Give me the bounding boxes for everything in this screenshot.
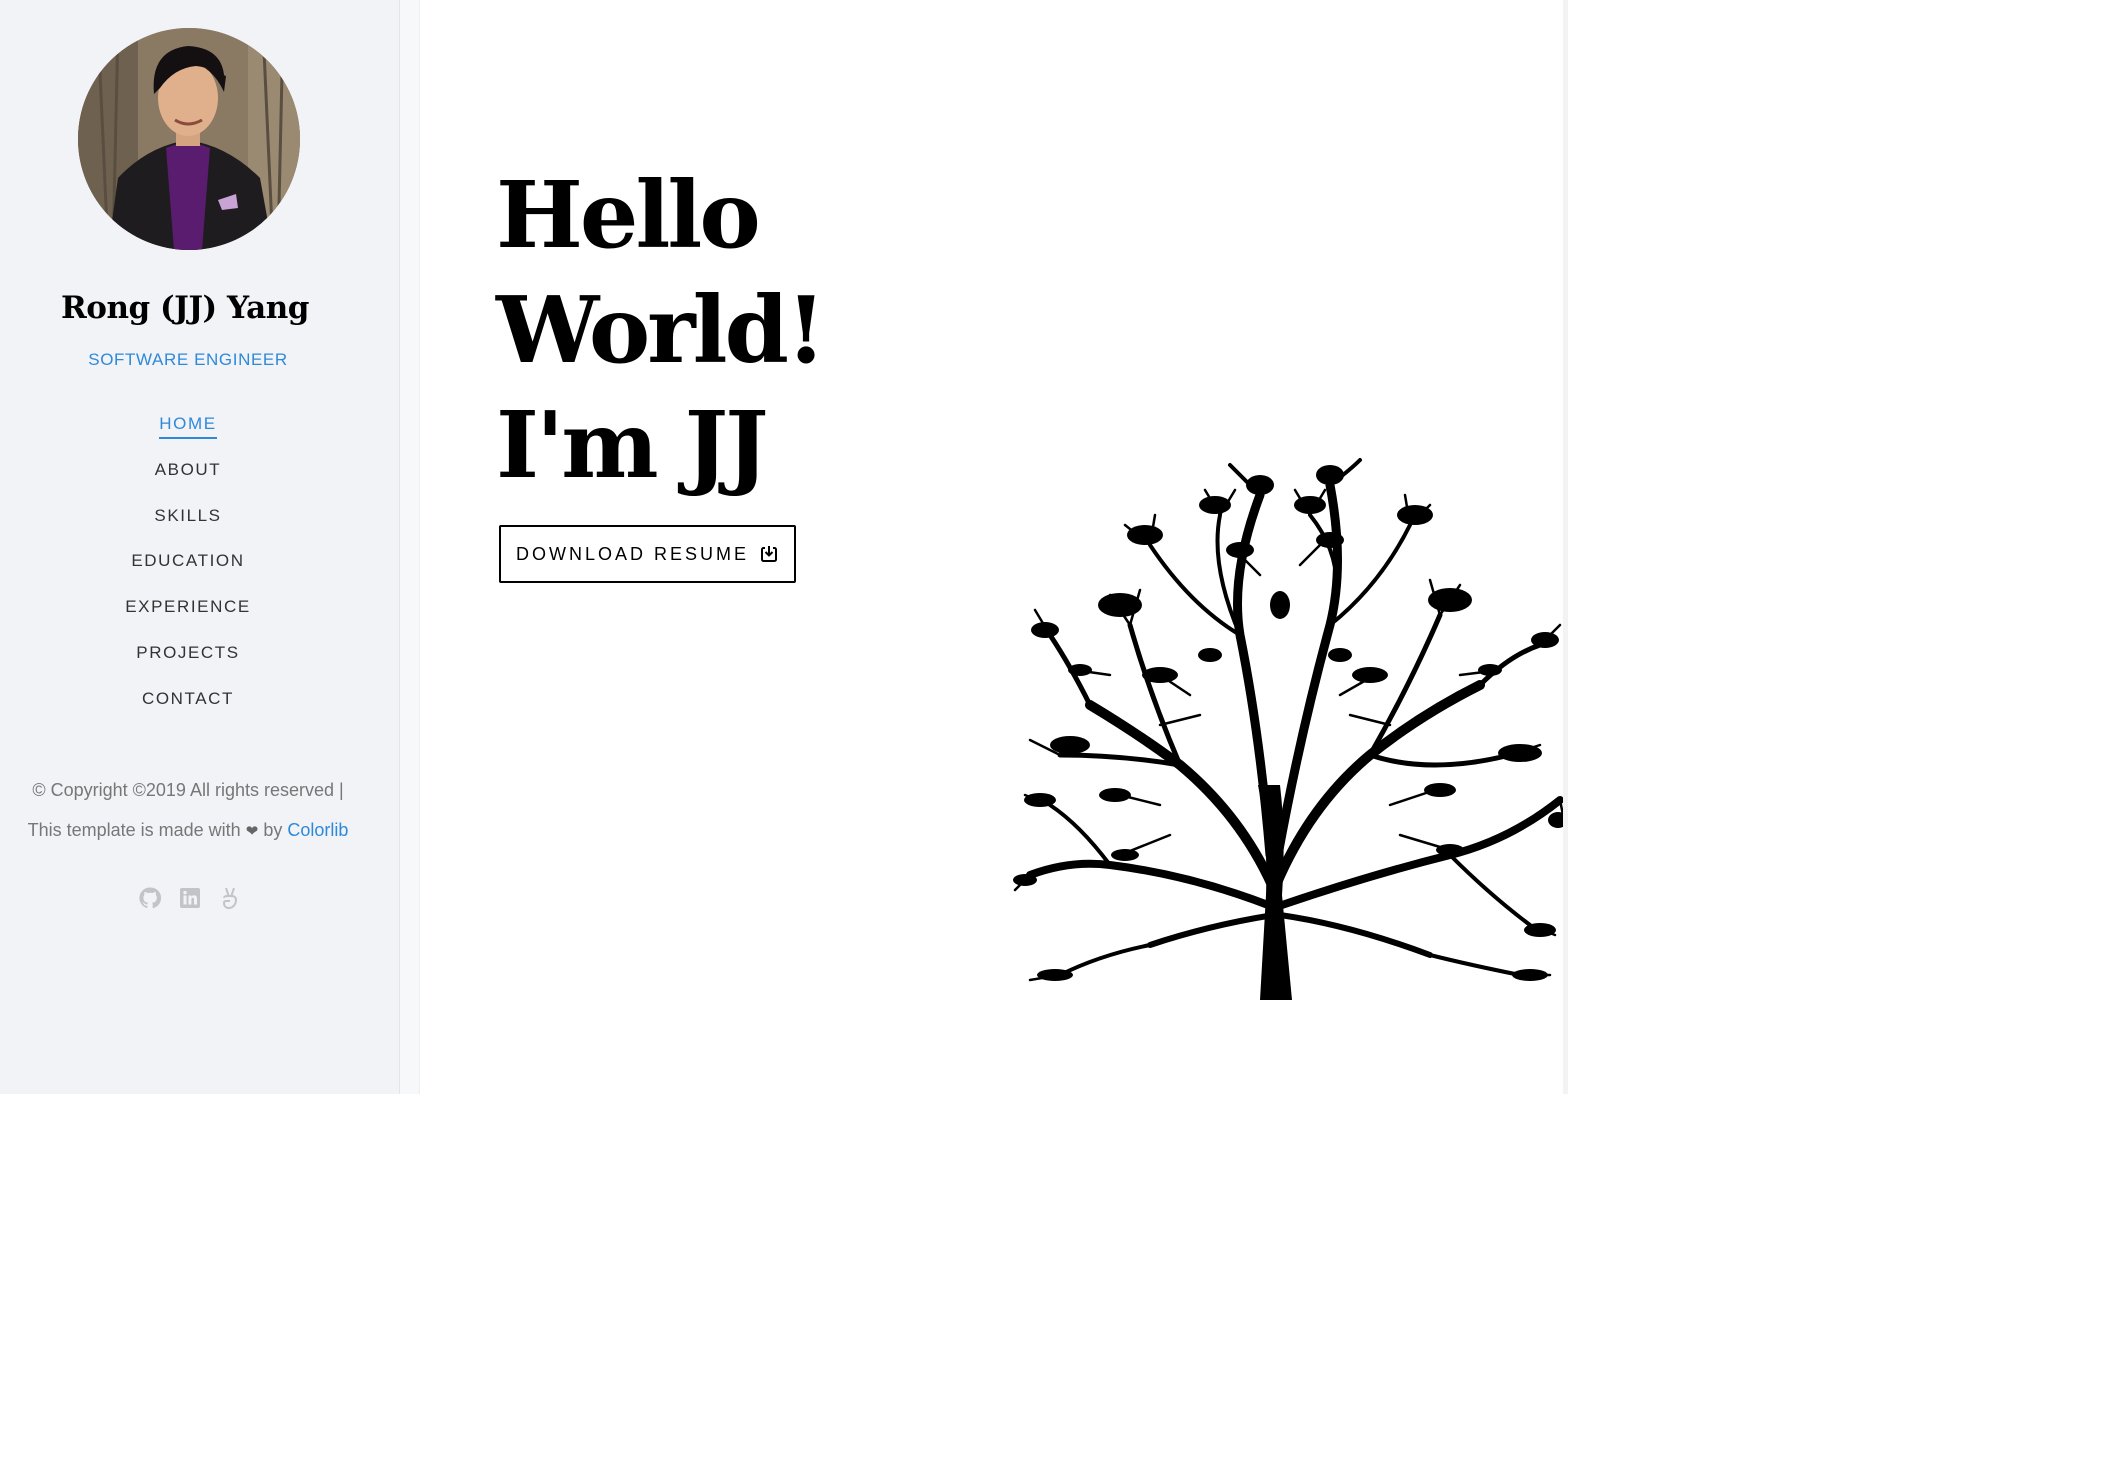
download-resume-button[interactable]: DOWNLOAD RESUME <box>499 525 796 583</box>
hero-line-2: World! <box>496 276 826 384</box>
page-scrollbar[interactable] <box>1563 0 1568 1094</box>
nav-item-about[interactable]: ABOUT <box>155 460 222 483</box>
sidebar: Rong (JJ) Yang SOFTWARE ENGINEER HOME AB… <box>0 0 400 1094</box>
github-icon[interactable] <box>138 886 162 910</box>
main-nav: HOME ABOUT SKILLS EDUCATION EXPERIENCE P… <box>0 414 376 735</box>
made-with-line: This template is made with ❤ by Colorlib <box>0 810 376 852</box>
by-text: by <box>263 820 283 840</box>
nav-item-education[interactable]: EDUCATION <box>131 551 244 574</box>
hero-heading: Hello World! I'm JJ <box>496 158 826 503</box>
profile-avatar <box>78 28 300 250</box>
profile-role: SOFTWARE ENGINEER <box>88 350 288 369</box>
download-resume-label: DOWNLOAD RESUME <box>515 543 749 564</box>
hero-line-3: I'm JJ <box>496 391 769 499</box>
download-icon <box>761 546 777 562</box>
copyright-text: © Copyright ©2019 All rights reserved | <box>32 780 344 800</box>
made-with-text: This template is made with <box>27 820 241 840</box>
nav-item-home[interactable]: HOME <box>159 414 217 439</box>
linkedin-icon[interactable] <box>178 886 202 910</box>
nav-item-experience[interactable]: EXPERIENCE <box>125 597 251 620</box>
footer-copyright: © Copyright ©2019 All rights reserved | … <box>0 770 376 852</box>
angellist-icon[interactable] <box>218 886 242 910</box>
nav-item-skills[interactable]: SKILLS <box>154 506 221 529</box>
hero-line-1: Hello <box>496 161 761 269</box>
social-links <box>138 886 242 910</box>
profile-name: Rong (JJ) Yang <box>61 290 309 326</box>
content-gutter <box>400 0 420 1094</box>
heart-icon: ❤ <box>245 823 259 840</box>
nav-item-contact[interactable]: CONTACT <box>142 689 234 712</box>
colorlib-link[interactable]: Colorlib <box>287 820 348 840</box>
tree-illustration <box>1013 458 1568 1000</box>
nav-item-projects[interactable]: PROJECTS <box>136 643 239 666</box>
